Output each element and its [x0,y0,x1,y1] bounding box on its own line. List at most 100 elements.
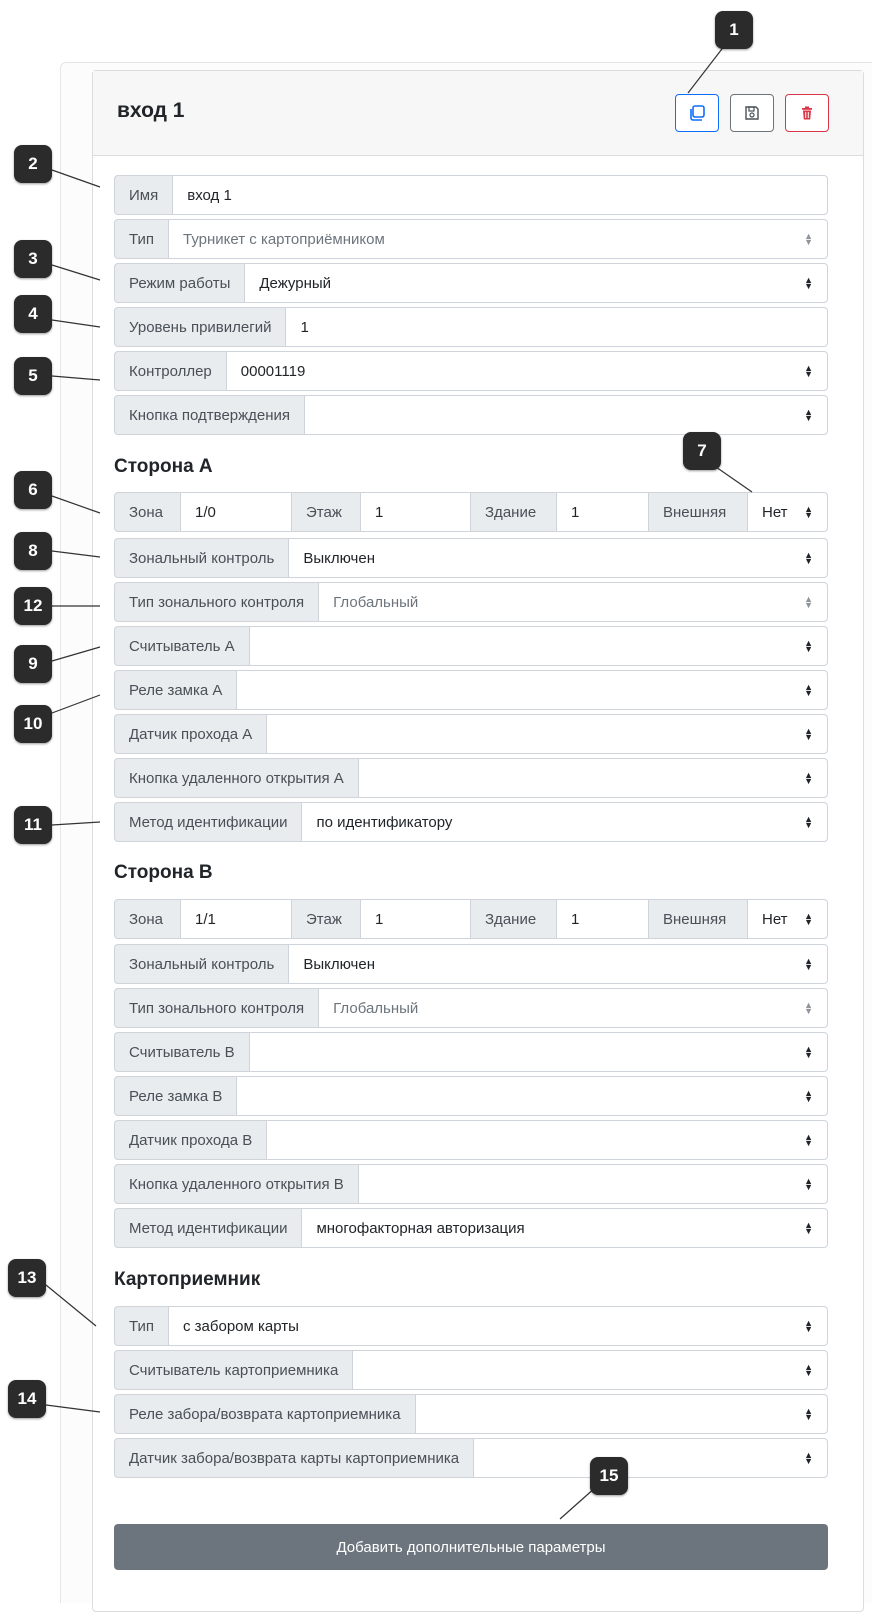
callout-badge: 7 [683,432,721,470]
pass-sensor-select[interactable]: ▲ ▼ [266,714,828,754]
zone-input[interactable]: 1/1 [180,899,292,939]
zone-input[interactable]: 1/0 [180,492,292,532]
building-input[interactable]: 1 [556,492,649,532]
lock-relay-select[interactable]: ▲ ▼ [236,670,828,710]
ident-method-value: многофакторная авторизация [316,1219,525,1237]
select-caret-icon: ▲ ▼ [804,1132,813,1148]
trash-icon [802,106,812,120]
callout-badge: 4 [14,295,52,333]
floor-label: Этаж [291,492,361,532]
remote-button-label: Кнопка удаленного открытия А [114,758,358,798]
zonal-type-value: Глобальный [333,999,419,1017]
building-input[interactable]: 1 [556,899,649,939]
save-icon [745,106,759,120]
zonal-type-label: Тип зонального контроля [114,988,319,1028]
zonal-control-select[interactable]: Выключен ▲ ▼ [288,538,828,578]
page-title: вход 1 [117,99,185,122]
acceptor-reader-select[interactable]: ▲ ▼ [352,1350,828,1390]
side-a-zone-row: Зона 1/0 Этаж 1 Здание 1 Внешняя Нет ▲ ▼ [114,492,828,532]
name-input[interactable]: вход 1 [172,175,828,215]
callout-badge: 1 [715,11,753,49]
select-caret-icon: ▲ ▼ [804,363,813,379]
side-b-zonal-control-field: Зональный контроль Выключен ▲ ▼ [114,944,828,984]
card-acceptor-sensor-field: Датчик забора/возврата карты картоприемн… [114,1438,828,1478]
select-caret-icon: ▲ ▼ [804,231,813,247]
delete-button[interactable] [785,94,829,132]
select-caret-icon: ▲ ▼ [804,1000,813,1016]
external-select[interactable]: Нет ▲ ▼ [747,492,828,532]
select-caret-icon: ▲ ▼ [804,594,813,610]
save-button[interactable] [730,94,774,132]
type-value: Турникет с картоприёмником [183,230,385,248]
remote-button-select[interactable]: ▲ ▼ [357,1164,828,1204]
callout-badge: 12 [14,587,52,625]
select-caret-icon: ▲ ▼ [804,911,813,927]
acceptor-relay-select[interactable]: ▲ ▼ [414,1394,828,1434]
zone-label: Зона [114,492,181,532]
select-caret-icon: ▲ ▼ [804,1406,813,1422]
floor-input[interactable]: 1 [360,899,471,939]
reader-label: Считыватель А [114,626,249,666]
floor-input[interactable]: 1 [360,492,471,532]
side-b-pass-sensor-field: Датчик прохода В ▲ ▼ [114,1120,828,1160]
pass-sensor-select[interactable]: ▲ ▼ [266,1120,828,1160]
select-caret-icon: ▲ ▼ [804,814,813,830]
callout-badge: 8 [14,532,52,570]
callout-badge: 5 [14,357,52,395]
select-caret-icon: ▲ ▼ [804,1176,813,1192]
controller-label: Контроллер [114,351,226,391]
zonal-type-label: Тип зонального контроля [114,582,319,622]
zonal-control-select[interactable]: Выключен ▲ ▼ [288,944,828,984]
side-b-reader-field: Считыватель В ▲ ▼ [114,1032,828,1072]
zonal-type-select[interactable]: Глобальный ▲ ▼ [318,988,828,1028]
side-a-pass-sensor-field: Датчик прохода А ▲ ▼ [114,714,828,754]
external-label: Внешняя [648,492,748,532]
callout-badge: 2 [14,145,52,183]
mode-field: Режим работы Дежурный ▲ ▼ [114,263,828,303]
copy-button[interactable] [675,94,719,132]
side-b-lock-relay-field: Реле замка В ▲ ▼ [114,1076,828,1116]
confirm-button-select[interactable]: ▲ ▼ [304,395,828,435]
acceptor-sensor-select[interactable]: ▲ ▼ [473,1438,828,1478]
side-b-zone-row: Зона 1/1 Этаж 1 Здание 1 Внешняя Нет ▲ ▼ [114,899,828,939]
external-select[interactable]: Нет ▲ ▼ [747,899,828,939]
lock-relay-select[interactable]: ▲ ▼ [236,1076,828,1116]
reader-label: Считыватель В [114,1032,249,1072]
side-b-remote-button-field: Кнопка удаленного открытия В ▲ ▼ [114,1164,828,1204]
select-caret-icon: ▲ ▼ [804,682,813,698]
add-parameters-button[interactable]: Добавить дополнительные параметры [114,1524,828,1570]
card-acceptor-title: Картоприемник [114,1269,261,1290]
ident-method-select[interactable]: многофакторная авторизация ▲ ▼ [301,1208,828,1248]
select-caret-icon: ▲ ▼ [804,1088,813,1104]
callout-badge: 9 [14,645,52,683]
floor-label: Этаж [291,899,361,939]
privilege-input[interactable]: 1 [285,307,828,347]
reader-select[interactable]: ▲ ▼ [248,626,828,666]
ident-method-value: по идентификатору [316,813,453,831]
card-acceptor-reader-field: Считыватель картоприемника ▲ ▼ [114,1350,828,1390]
external-value: Нет [762,910,788,928]
mode-label: Режим работы [114,263,245,303]
acceptor-reader-label: Считыватель картоприемника [114,1350,353,1390]
select-caret-icon: ▲ ▼ [804,275,813,291]
ident-method-select[interactable]: по идентификатору ▲ ▼ [301,802,828,842]
side-a-title: Сторона А [114,456,213,477]
select-caret-icon: ▲ ▼ [804,726,813,742]
mode-select[interactable]: Дежурный ▲ ▼ [244,263,828,303]
acceptor-type-select[interactable]: с забором карты ▲ ▼ [168,1306,828,1346]
callout-badge: 13 [8,1259,46,1297]
confirm-button-field: Кнопка подтверждения ▲ ▼ [114,395,828,435]
callout-badge: 6 [14,471,52,509]
reader-select[interactable]: ▲ ▼ [248,1032,828,1072]
pass-sensor-label: Датчик прохода В [114,1120,267,1160]
zonal-type-select[interactable]: Глобальный ▲ ▼ [318,582,828,622]
zone-label: Зона [114,899,181,939]
controller-select[interactable]: 00001119 ▲ ▼ [225,351,828,391]
select-caret-icon: ▲ ▼ [804,638,813,654]
name-label: Имя [114,175,173,215]
select-caret-icon: ▲ ▼ [804,1220,813,1236]
building-label: Здание [470,492,557,532]
remote-button-select[interactable]: ▲ ▼ [357,758,828,798]
side-a-remote-button-field: Кнопка удаленного открытия А ▲ ▼ [114,758,828,798]
type-select[interactable]: Турникет с картоприёмником ▲ ▼ [168,219,828,259]
